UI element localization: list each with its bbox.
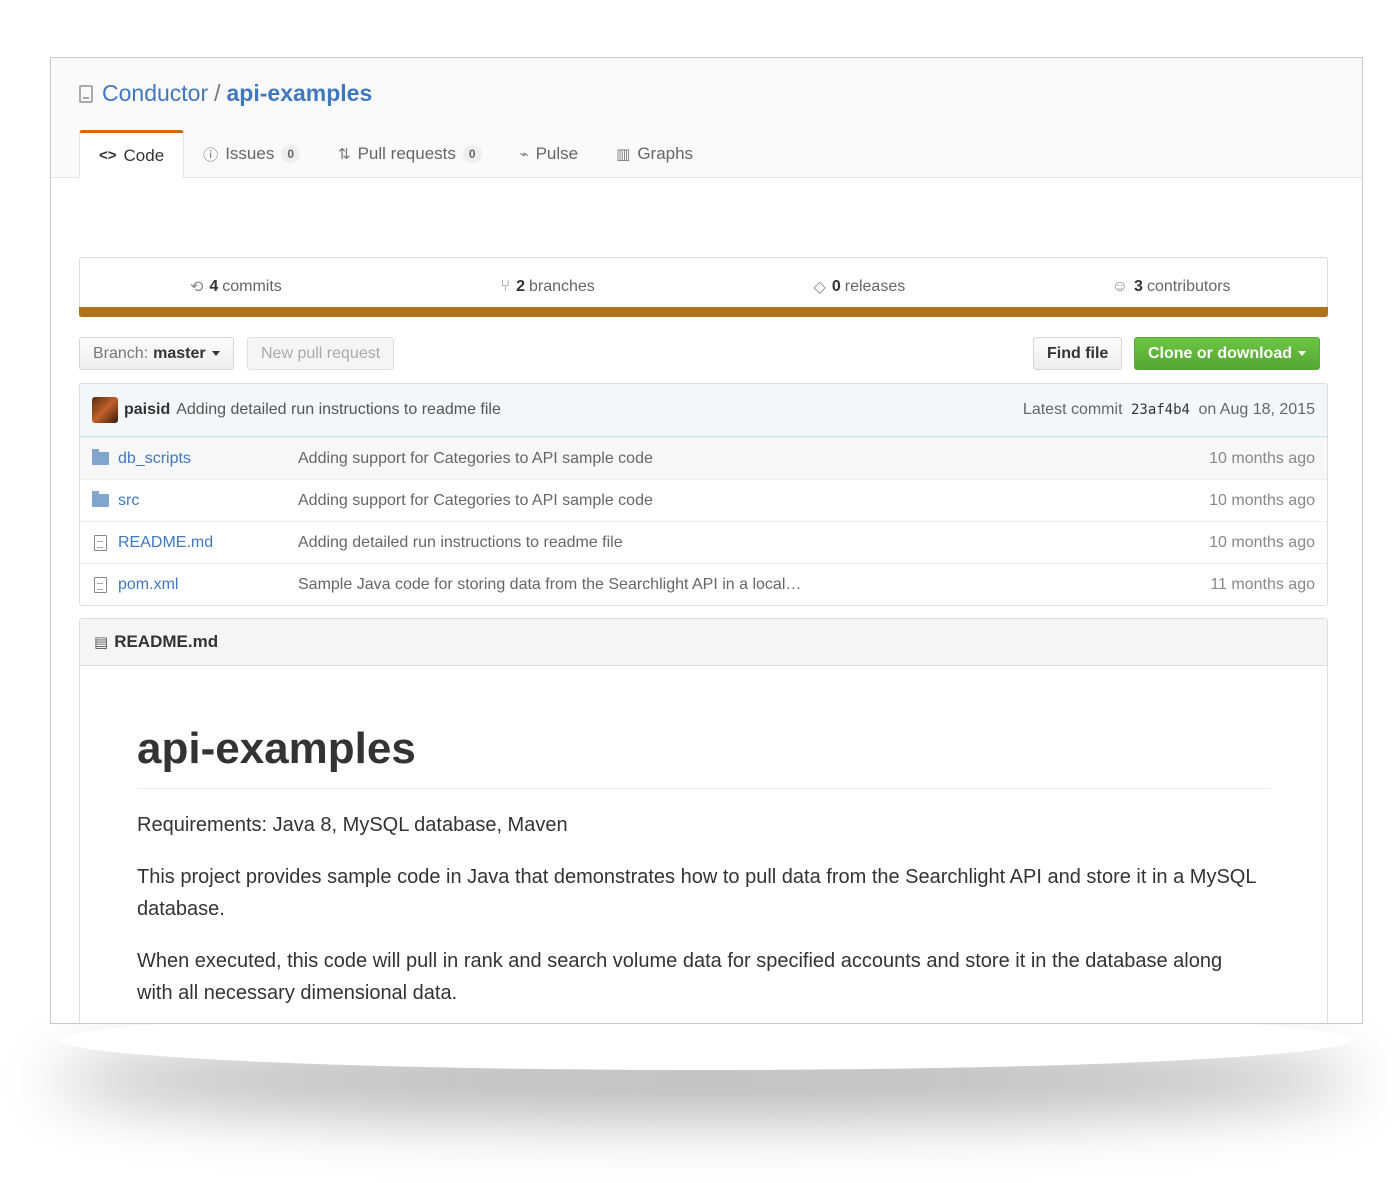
readme-paragraph: Requirements: Java 8, MySQL database, Ma… [137,814,568,836]
file-name-link[interactable]: src [118,492,298,510]
file-listing: paisid Adding detailed run instructions … [79,383,1328,606]
readme-title: api-examples [137,724,1270,789]
readme-header: ▤ README.md [80,619,1327,666]
file-age: 10 months ago [1209,533,1315,551]
issue-icon: ⓘ [203,146,219,164]
file-name-link[interactable]: pom.xml [118,576,298,594]
commit-author[interactable]: paisid [124,401,170,419]
folder-icon [92,449,109,465]
find-file-button[interactable]: Find file [1033,337,1123,370]
tab-code[interactable]: <> Code [79,130,185,179]
tab-label: Code [123,145,165,165]
readme-body: api-examples Requirements: Java 8, MySQL… [80,724,1327,1009]
file-row: db_scripts Adding support for Categories… [80,437,1327,479]
repo-nav-tabs: <> Code ⓘ Issues 0 ⇅ Pull requests 0 ⌁ P… [79,130,712,179]
repo-separator: / [214,80,221,106]
readme-filename: README.md [114,632,219,651]
file-row: pom.xml Sample Java code for storing dat… [80,563,1327,605]
pull-request-icon: ⇅ [338,146,351,163]
releases-label: releases [844,278,906,295]
book-icon: ▤ [94,634,109,651]
commits-label: commits [222,278,282,295]
caret-down-icon [1298,351,1306,356]
tab-label: Issues [225,144,275,163]
caret-down-icon [211,351,220,356]
tab-issues[interactable]: ⓘ Issues 0 [184,130,319,178]
readme-paragraph: This project provides sample code in Jav… [137,866,1256,920]
releases-count: 0 [831,278,841,295]
tag-icon: ◇ [813,279,826,296]
issues-counter: 0 [281,145,301,163]
repo-name-link[interactable]: api-examples [227,80,373,107]
new-pull-request-button[interactable]: New pull request [247,337,395,370]
pulse-icon: ⌁ [519,146,529,163]
readme-paragraph: When executed, this code will pull in ra… [137,950,1223,1004]
repo-header: Conductor / api-examples <> Code ⓘ Issue… [51,58,1362,179]
commit-sha[interactable]: 23af4b4 [1131,402,1190,418]
file-commit-message[interactable]: Adding support for Categories to API sam… [298,450,1175,468]
branch-prefix: Branch: [93,344,149,362]
file-name-link[interactable]: db_scripts [118,450,298,468]
commits-count: 4 [209,278,219,295]
file-name-link[interactable]: README.md [118,534,298,552]
branches-label: branches [528,278,595,295]
file-age: 11 months ago [1210,575,1315,593]
repo-owner-link[interactable]: Conductor [102,80,208,107]
pull-requests-counter: 0 [462,145,482,163]
tab-label: Pulse [535,144,579,163]
latest-commit-prefix: Latest commit [1022,401,1123,418]
language-bar[interactable] [79,307,1328,317]
file-commit-message[interactable]: Sample Java code for storing data from t… [298,576,1175,594]
tab-pull-requests[interactable]: ⇅ Pull requests 0 [319,130,501,178]
file-age: 10 months ago [1209,449,1315,467]
browser-window: Conductor / api-examples <> Code ⓘ Issue… [50,57,1363,1024]
tab-graphs[interactable]: ▥ Graphs [597,130,712,178]
repo-title: Conductor / api-examples [79,80,372,107]
file-text-icon [94,534,107,551]
file-age: 10 months ago [1209,491,1315,509]
latest-commit-bar: paisid Adding detailed run instructions … [80,384,1327,437]
branches-count: 2 [516,278,525,295]
folder-icon [92,491,109,507]
tab-pulse[interactable]: ⌁ Pulse [501,130,598,178]
code-icon: <> [99,147,117,164]
contributors-count: 3 [1134,278,1143,295]
branch-select-button[interactable]: Branch: master [79,337,234,370]
branch-name: master [153,344,206,362]
history-icon: ⟲ [189,279,204,296]
repo-icon [79,84,93,103]
commit-message[interactable]: Adding detailed run instructions to read… [176,401,501,419]
latest-commit-info: Latest commit 23af4b4 on Aug 18, 2015 [1023,401,1315,419]
file-text-icon [94,576,107,593]
branch-icon: ⑂ [500,278,511,295]
file-row: src Adding support for Categories to API… [80,479,1327,521]
contributors-label: contributors [1146,278,1231,295]
graph-icon: ▥ [616,146,631,163]
organization-icon: ☺ [1111,278,1129,295]
readme-panel: ▤ README.md api-examples Requirements: J… [79,618,1328,1023]
avatar[interactable] [92,397,118,423]
file-commit-message[interactable]: Adding detailed run instructions to read… [298,534,1175,552]
tab-label: Pull requests [357,144,456,163]
clone-label: Clone or download [1148,344,1292,362]
commit-date: on Aug 18, 2015 [1198,401,1315,418]
file-row: README.md Adding detailed run instructio… [80,521,1327,563]
clone-or-download-button[interactable]: Clone or download [1134,337,1320,370]
file-commit-message[interactable]: Adding support for Categories to API sam… [298,492,1175,510]
tab-label: Graphs [637,144,694,163]
